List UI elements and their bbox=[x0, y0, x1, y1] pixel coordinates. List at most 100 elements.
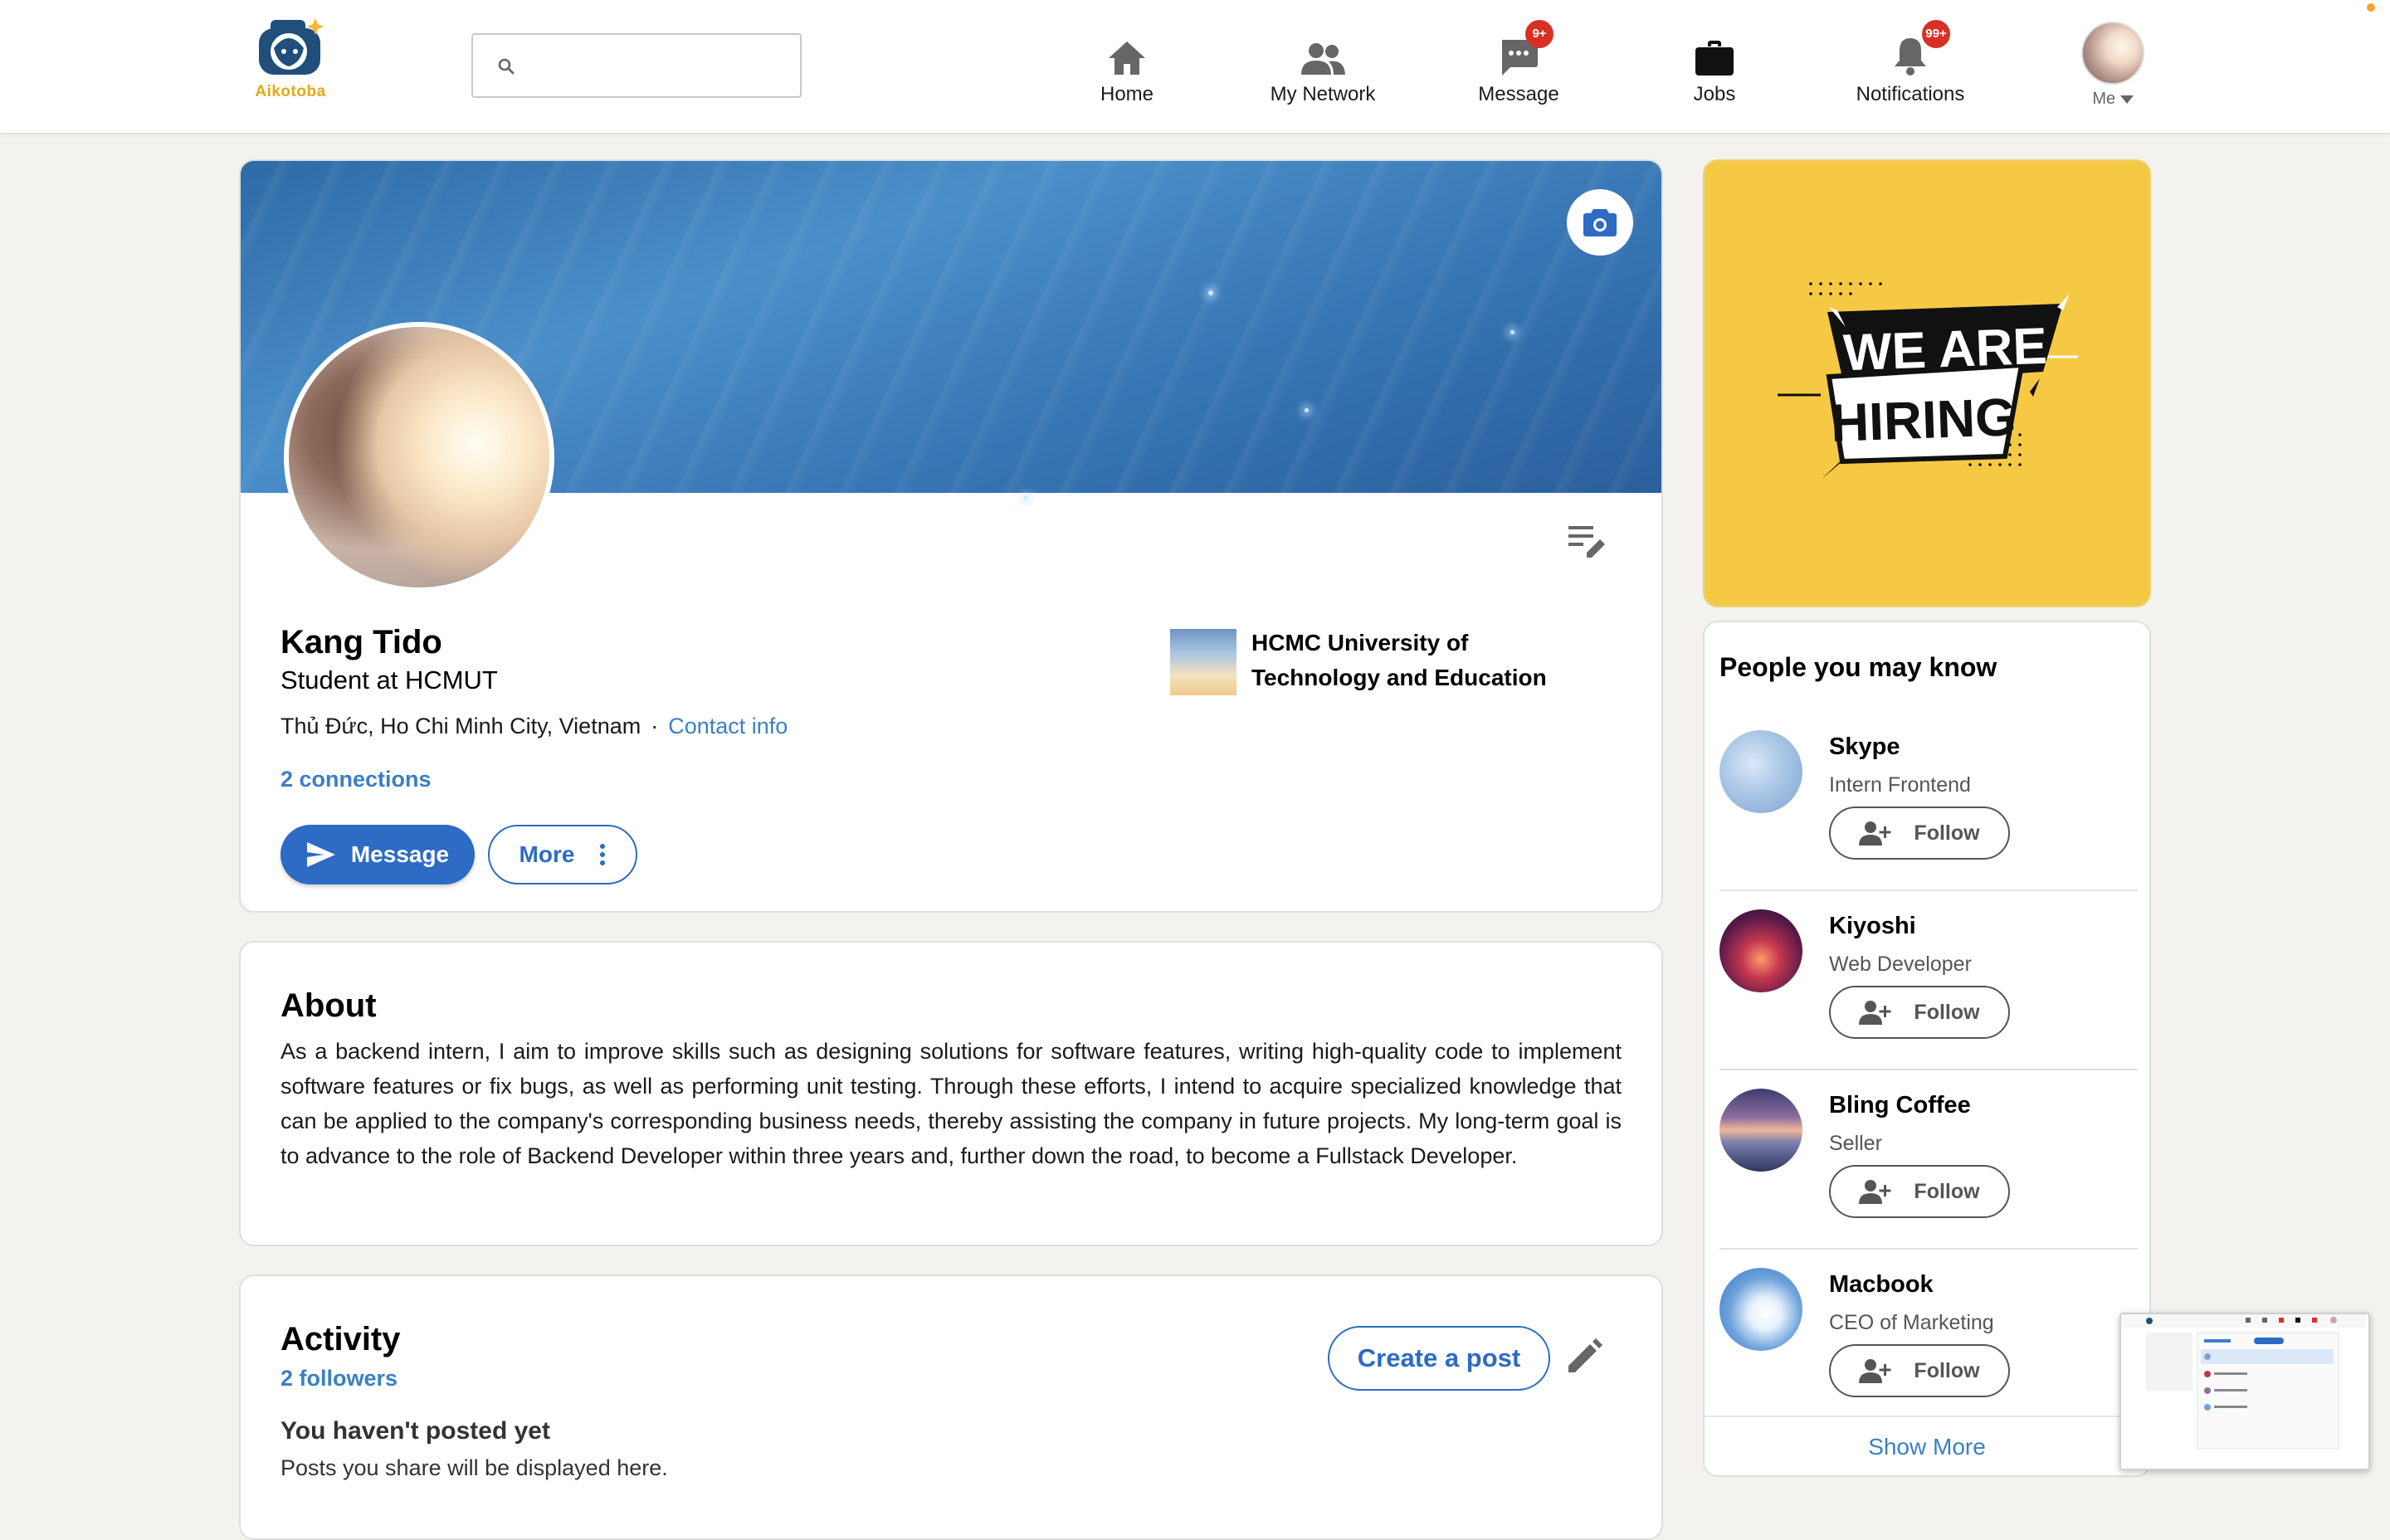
logo-text: Aikotoba bbox=[255, 83, 326, 100]
briefcase-icon bbox=[1695, 41, 1734, 76]
notifications-badge: 99+ bbox=[1922, 20, 1950, 48]
people-you-may-know-card: People you may know Skype Intern Fronten… bbox=[1703, 621, 2151, 1477]
profile-location: Thủ Đức, Ho Chi Minh City, Vietnam bbox=[280, 714, 641, 738]
nav-my-network[interactable]: My Network bbox=[1240, 32, 1406, 106]
bell-icon bbox=[1895, 38, 1926, 76]
person-card: Kiyoshi Web Developer Follow bbox=[1719, 893, 2138, 1070]
create-post-button[interactable]: Create a post bbox=[1328, 1326, 1550, 1391]
divider bbox=[1719, 1069, 2138, 1070]
divider bbox=[1719, 1248, 2138, 1250]
show-more-button[interactable]: Show More bbox=[1705, 1434, 2149, 1460]
pencil-icon bbox=[1568, 1338, 1602, 1372]
person-card: Macbook CEO of Marketing Follow bbox=[1719, 1251, 2138, 1429]
profile-avatar[interactable] bbox=[284, 322, 554, 592]
edit-list-icon bbox=[1568, 526, 1605, 558]
nav-message-label: Message bbox=[1478, 83, 1559, 105]
follow-label: Follow bbox=[1914, 1179, 1980, 1203]
person-name[interactable]: Kiyoshi bbox=[1829, 913, 1916, 940]
follow-button[interactable]: Follow bbox=[1829, 807, 2010, 860]
thumbnail-preview-image bbox=[2121, 1314, 2365, 1450]
message-button-label: Message bbox=[350, 841, 450, 867]
nav-jobs-label: Jobs bbox=[1693, 83, 1736, 105]
location-separator: · bbox=[651, 714, 659, 738]
window-indicator-dot bbox=[2367, 3, 2375, 12]
profile-name: Kang Tido bbox=[280, 624, 442, 660]
follow-button[interactable]: Follow bbox=[1829, 1344, 2010, 1397]
nav-home-label: Home bbox=[1100, 83, 1154, 105]
nav-message[interactable]: 9+ Message bbox=[1436, 20, 1602, 106]
followers-link[interactable]: 2 followers bbox=[280, 1366, 398, 1391]
add-person-icon bbox=[1859, 1359, 1891, 1383]
ad-line-1: WE ARE bbox=[1842, 318, 2048, 383]
person-role: CEO of Marketing bbox=[1829, 1311, 1994, 1334]
school-name: HCMC University of Technology and Educat… bbox=[1251, 630, 1547, 690]
school-thumbnail bbox=[1170, 629, 1236, 695]
top-navbar: Aikotoba Home My Network 9+ Message Jobs… bbox=[0, 0, 2390, 134]
person-role: Web Developer bbox=[1829, 953, 1972, 976]
search-box[interactable] bbox=[471, 33, 802, 98]
ad-line-2: HIRING bbox=[1830, 387, 2017, 453]
person-avatar[interactable] bbox=[1719, 909, 1802, 992]
home-icon bbox=[1109, 41, 1145, 75]
person-role: Seller bbox=[1829, 1132, 1882, 1155]
education-summary[interactable]: HCMC University of Technology and Educat… bbox=[1170, 629, 1550, 695]
edit-activity-button[interactable] bbox=[1565, 1338, 1603, 1380]
add-person-icon bbox=[1859, 821, 1891, 846]
about-card: About As a backend intern, I aim to impr… bbox=[239, 941, 1663, 1246]
activity-title: Activity bbox=[280, 1321, 401, 1357]
person-avatar[interactable] bbox=[1719, 730, 1802, 813]
search-input[interactable] bbox=[531, 46, 783, 86]
follow-button[interactable]: Follow bbox=[1829, 1165, 2010, 1218]
follow-label: Follow bbox=[1914, 1358, 1980, 1382]
nav-notifications[interactable]: 99+ Notifications bbox=[1827, 20, 1993, 106]
profile-card: Kang Tido Student at HCMUT Thủ Đức, Ho C… bbox=[239, 159, 1663, 913]
person-name[interactable]: Macbook bbox=[1829, 1271, 1934, 1299]
follow-label: Follow bbox=[1914, 1000, 1980, 1024]
person-avatar[interactable] bbox=[1719, 1089, 1802, 1172]
send-icon bbox=[306, 842, 335, 867]
person-card: Bling Coffee Seller Follow bbox=[1719, 1072, 2138, 1250]
empty-activity-subtitle: Posts you share will be displayed here. bbox=[280, 1455, 668, 1480]
about-text: As a backend intern, I aim to improve sk… bbox=[280, 1039, 1622, 1168]
hiring-ad[interactable]: WE ARE HIRING bbox=[1703, 159, 2151, 607]
nav-home[interactable]: Home bbox=[1044, 32, 1210, 106]
nav-my-network-label: My Network bbox=[1270, 83, 1376, 105]
profile-location-row: Thủ Đức, Ho Chi Minh City, Vietnam · Conta… bbox=[280, 714, 788, 739]
screenshot-thumbnail[interactable] bbox=[2119, 1313, 2370, 1470]
person-avatar[interactable] bbox=[1719, 1268, 1802, 1351]
empty-activity-title: You haven't posted yet bbox=[280, 1417, 550, 1445]
more-button[interactable]: More bbox=[488, 825, 637, 885]
follow-label: Follow bbox=[1914, 821, 1980, 845]
person-card: Skype Intern Frontend Follow bbox=[1719, 714, 2138, 891]
activity-card: Activity 2 followers Create a post You h… bbox=[239, 1274, 1663, 1540]
message-button[interactable]: Message bbox=[280, 825, 475, 885]
more-vertical-icon bbox=[600, 844, 606, 865]
user-avatar bbox=[2081, 22, 2144, 85]
edit-profile-button[interactable] bbox=[1568, 524, 1607, 562]
nav-me-label: Me bbox=[2080, 90, 2146, 109]
person-name[interactable]: Skype bbox=[1829, 733, 1900, 761]
add-person-icon bbox=[1859, 1001, 1891, 1025]
follow-button[interactable]: Follow bbox=[1829, 986, 2010, 1039]
about-title: About bbox=[280, 987, 377, 1024]
search-icon bbox=[498, 58, 515, 75]
caret-down-icon bbox=[2119, 95, 2134, 104]
network-icon bbox=[1301, 43, 1345, 75]
camera-icon bbox=[1583, 209, 1617, 236]
we-are-hiring-banner: WE ARE HIRING bbox=[1778, 282, 2078, 480]
logo-icon bbox=[259, 18, 324, 75]
add-person-icon bbox=[1859, 1180, 1891, 1204]
nav-jobs[interactable]: Jobs bbox=[1632, 32, 1797, 106]
aikotoba-logo[interactable]: Aikotoba bbox=[244, 15, 337, 108]
divider bbox=[1705, 1416, 2149, 1417]
person-name[interactable]: Bling Coffee bbox=[1829, 1092, 1971, 1119]
nav-me[interactable]: Me bbox=[2080, 22, 2146, 109]
profile-headline: Student at HCMUT bbox=[280, 665, 498, 694]
more-button-label: More bbox=[519, 841, 575, 867]
connections-link[interactable]: 2 connections bbox=[280, 767, 432, 792]
contact-info-link[interactable]: Contact info bbox=[668, 714, 788, 738]
message-badge: 9+ bbox=[1525, 20, 1554, 48]
change-cover-button[interactable] bbox=[1567, 189, 1633, 256]
people-title: People you may know bbox=[1719, 652, 1997, 682]
divider bbox=[1719, 889, 2138, 891]
